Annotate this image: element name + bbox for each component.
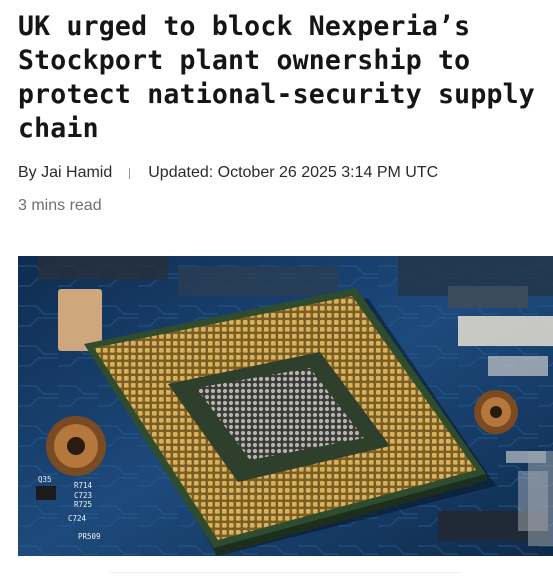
byline: By Jai Hamid Updated: October 26 2025 3:…	[18, 163, 438, 183]
article-headline: UK urged to block Nexperia’s Stockport p…	[18, 11, 535, 144]
board-label: R714	[74, 481, 93, 490]
hero-image: Q35 R714 C723 R725 C724 PR509	[18, 256, 553, 556]
board-label: Q35	[38, 475, 52, 484]
byline-divider	[129, 167, 131, 179]
divider	[110, 572, 460, 573]
board-label: R725	[74, 500, 92, 509]
read-time: 3 mins read	[18, 197, 102, 214]
board-label: C723	[74, 491, 92, 500]
board-label: PR509	[78, 532, 101, 541]
via-right	[474, 390, 518, 434]
via-left	[46, 416, 106, 476]
updated-timestamp: Updated: October 26 2025 3:14 PM UTC	[148, 164, 439, 181]
author-name[interactable]: By Jai Hamid	[18, 164, 112, 182]
board-label: C724	[68, 514, 87, 523]
